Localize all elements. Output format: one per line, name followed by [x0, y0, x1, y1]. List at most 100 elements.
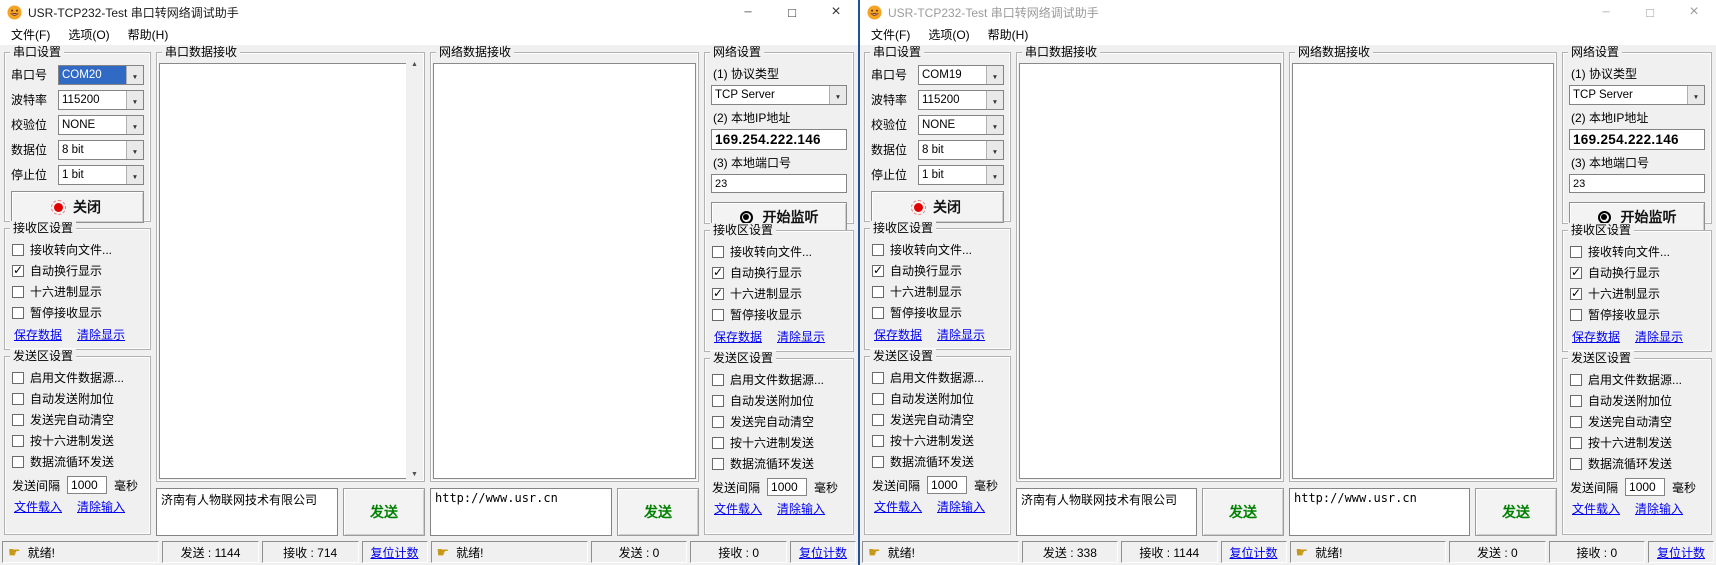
reset-count-serial-button[interactable]: 复位计数 [1221, 541, 1287, 563]
stop-bits-select[interactable]: 1 bit [918, 165, 1004, 185]
option-checkbox[interactable] [1570, 246, 1582, 258]
serial-clear-input-link[interactable]: 清除输入 [937, 498, 985, 515]
serial-clear-input-link[interactable]: 清除输入 [77, 498, 125, 515]
network-load-file-link[interactable]: 文件载入 [1572, 500, 1620, 517]
local-ip-field[interactable]: 169.254.222.146 [711, 129, 847, 150]
network-save-data-link[interactable]: 保存数据 [714, 328, 762, 345]
network-send-input[interactable]: http://www.usr.cn [1289, 488, 1470, 536]
close-serial-button[interactable]: 关闭 [11, 191, 144, 223]
option-checkbox[interactable] [872, 435, 884, 447]
option-checkbox[interactable] [872, 307, 884, 319]
serial-port-select[interactable]: COM19 [918, 65, 1004, 85]
option-checkbox[interactable] [12, 307, 24, 319]
send-interval-field[interactable]: 1000 [927, 476, 967, 494]
select-arrow-button[interactable] [986, 91, 1003, 109]
select-arrow-button[interactable] [986, 66, 1003, 84]
stop-bits-select[interactable]: 1 bit [58, 165, 144, 185]
data-bits-select[interactable]: 8 bit [918, 140, 1004, 160]
serial-recv-area[interactable] [159, 63, 422, 479]
maximize-button[interactable] [1628, 0, 1672, 24]
option-checkbox[interactable] [712, 458, 724, 470]
network-send-button[interactable]: 发送 [1475, 488, 1557, 536]
reset-count-network-button[interactable]: 复位计数 [790, 541, 856, 563]
serial-send-button[interactable]: 发送 [1202, 488, 1284, 536]
option-checkbox[interactable] [1570, 395, 1582, 407]
option-checkbox[interactable] [12, 372, 24, 384]
maximize-button[interactable] [770, 0, 814, 24]
protocol-select[interactable]: TCP Server [711, 85, 847, 105]
option-checkbox[interactable] [1570, 416, 1582, 428]
option-checkbox[interactable] [872, 244, 884, 256]
option-checkbox[interactable] [12, 393, 24, 405]
serial-clear-display-link[interactable]: 清除显示 [77, 326, 125, 343]
network-clear-display-link[interactable]: 清除显示 [1635, 328, 1683, 345]
option-checkbox[interactable] [712, 416, 724, 428]
option-checkbox[interactable] [872, 456, 884, 468]
close-serial-button[interactable]: 关闭 [871, 191, 1004, 223]
parity-select[interactable]: NONE [58, 115, 144, 135]
serial-save-data-link[interactable]: 保存数据 [874, 326, 922, 343]
minimize-button[interactable] [726, 0, 770, 24]
option-checkbox[interactable] [12, 265, 24, 277]
option-checkbox[interactable] [12, 414, 24, 426]
select-arrow-button[interactable] [126, 166, 143, 184]
select-arrow-button[interactable] [126, 91, 143, 109]
network-send-button[interactable]: 发送 [617, 488, 699, 536]
network-clear-input-link[interactable]: 清除输入 [777, 500, 825, 517]
option-checkbox[interactable] [872, 372, 884, 384]
option-checkbox[interactable] [872, 286, 884, 298]
option-checkbox[interactable] [712, 288, 724, 300]
serial-send-button[interactable]: 发送 [343, 488, 425, 536]
option-checkbox[interactable] [12, 244, 24, 256]
network-clear-input-link[interactable]: 清除输入 [1635, 500, 1683, 517]
option-checkbox[interactable] [12, 286, 24, 298]
protocol-select[interactable]: TCP Server [1569, 85, 1705, 105]
select-arrow-button[interactable] [986, 116, 1003, 134]
menu-item-options[interactable]: 选项(O) [919, 26, 978, 43]
send-interval-field[interactable]: 1000 [1625, 478, 1665, 496]
minimize-button[interactable] [1584, 0, 1628, 24]
menu-item-help[interactable]: 帮助(H) [119, 26, 178, 43]
serial-clear-display-link[interactable]: 清除显示 [937, 326, 985, 343]
network-recv-area[interactable] [433, 63, 696, 479]
option-checkbox[interactable] [712, 374, 724, 386]
serial-load-file-link[interactable]: 文件载入 [874, 498, 922, 515]
send-interval-field[interactable]: 1000 [67, 476, 107, 494]
option-checkbox[interactable] [1570, 267, 1582, 279]
serial-send-input[interactable]: 济南有人物联网技术有限公司 [1016, 488, 1197, 536]
option-checkbox[interactable] [1570, 374, 1582, 386]
close-button[interactable] [1672, 0, 1716, 24]
scroll-up-button[interactable] [406, 54, 423, 70]
option-checkbox[interactable] [712, 309, 724, 321]
scrollbar[interactable] [406, 54, 423, 480]
select-arrow-button[interactable] [126, 141, 143, 159]
option-checkbox[interactable] [1570, 288, 1582, 300]
serial-load-file-link[interactable]: 文件载入 [14, 498, 62, 515]
option-checkbox[interactable] [712, 267, 724, 279]
menu-item-file[interactable]: 文件(F) [862, 26, 919, 43]
network-recv-area[interactable] [1292, 63, 1554, 479]
option-checkbox[interactable] [872, 414, 884, 426]
option-checkbox[interactable] [712, 395, 724, 407]
data-bits-select[interactable]: 8 bit [58, 140, 144, 160]
select-arrow-button[interactable] [1687, 86, 1704, 104]
select-arrow-button[interactable] [126, 116, 143, 134]
select-arrow-button[interactable] [986, 166, 1003, 184]
network-send-input[interactable]: http://www.usr.cn [430, 488, 612, 536]
select-arrow-button[interactable] [986, 141, 1003, 159]
option-checkbox[interactable] [1570, 309, 1582, 321]
serial-send-input[interactable]: 济南有人物联网技术有限公司 [156, 488, 338, 536]
local-port-field[interactable]: 23 [711, 174, 847, 193]
option-checkbox[interactable] [12, 456, 24, 468]
option-checkbox[interactable] [12, 435, 24, 447]
menu-item-file[interactable]: 文件(F) [2, 26, 59, 43]
option-checkbox[interactable] [1570, 437, 1582, 449]
menu-item-options[interactable]: 选项(O) [59, 26, 118, 43]
network-save-data-link[interactable]: 保存数据 [1572, 328, 1620, 345]
parity-select[interactable]: NONE [918, 115, 1004, 135]
option-checkbox[interactable] [1570, 458, 1582, 470]
local-port-field[interactable]: 23 [1569, 174, 1705, 193]
network-load-file-link[interactable]: 文件载入 [714, 500, 762, 517]
option-checkbox[interactable] [872, 393, 884, 405]
serial-port-select[interactable]: COM20 [58, 65, 144, 85]
